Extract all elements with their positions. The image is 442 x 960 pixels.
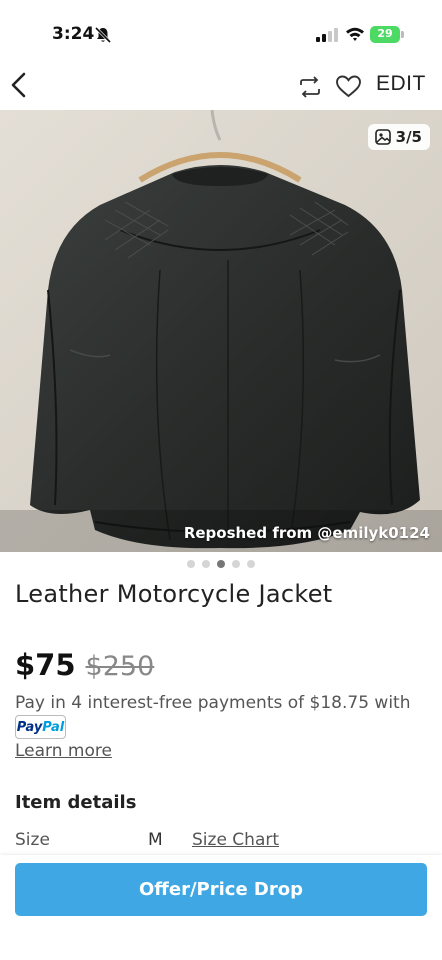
size-label: Size [15,830,50,850]
status-bar: 3:24 29 [0,0,442,62]
repost-credit-text[interactable]: Reposhed from @emilyk0124 [184,524,430,542]
edit-button[interactable]: EDIT [376,72,426,96]
size-value: M [148,830,163,850]
repost-icon[interactable] [297,74,323,100]
image-icon [374,129,391,145]
carousel-dot[interactable] [187,560,195,568]
bell-muted-icon [94,26,112,44]
jacket-photo-image [0,110,442,552]
paypal-logo: Pay Pal [15,715,66,739]
learn-more-link[interactable]: Learn more [15,741,112,761]
carousel-dot[interactable] [247,560,255,568]
photo-counter-text: 3/5 [395,128,422,146]
navigation-bar: EDIT [0,62,442,108]
bottom-action-bar: Offer/Price Drop [0,855,442,960]
back-chevron-icon[interactable] [8,70,32,100]
photo-counter-badge: 3/5 [367,124,430,150]
carousel-dot[interactable] [202,560,210,568]
price-row: $75 $250 [15,648,154,682]
cellular-signal-icon [316,28,338,42]
wifi-icon [346,27,364,41]
battery-indicator: 29 [370,26,404,43]
listing-photo[interactable]: 3/5 Reposhed from @emilyk0124 [0,110,442,552]
carousel-dot[interactable] [232,560,240,568]
installment-text: Pay in 4 interest-free payments of $18.7… [15,693,411,713]
battery-level: 29 [377,27,393,40]
listing-title: Leather Motorcycle Jacket [15,580,333,608]
current-price: $75 [15,648,76,682]
original-price: $250 [85,651,155,682]
status-time: 3:24 [52,24,95,44]
carousel-dots [0,560,442,568]
offer-price-drop-button[interactable]: Offer/Price Drop [15,863,427,916]
size-chart-link[interactable]: Size Chart [192,830,279,850]
like-heart-icon[interactable] [335,74,362,99]
item-details-heading: Item details [15,792,137,813]
carousel-dot-active[interactable] [217,560,225,568]
